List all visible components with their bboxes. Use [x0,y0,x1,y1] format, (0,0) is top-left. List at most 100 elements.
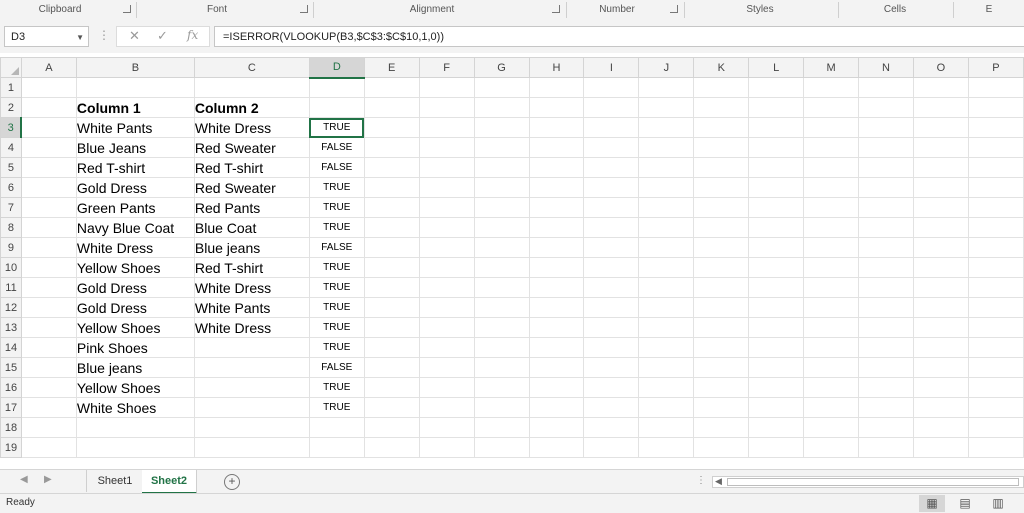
cell[interactable] [858,237,914,258]
cell[interactable] [193,357,310,378]
cell[interactable] [20,197,77,218]
cell[interactable] [858,417,914,438]
column-header-h[interactable]: H [528,57,585,78]
cell[interactable] [583,277,640,298]
cell[interactable]: White Dress [75,237,195,258]
cell[interactable] [583,97,640,118]
cell[interactable] [363,397,420,418]
cell[interactable] [912,317,969,338]
cell[interactable]: TRUE [308,377,365,398]
cell[interactable] [912,77,969,98]
cell[interactable] [748,157,805,178]
cell[interactable]: Gold Dress [75,177,195,198]
cell[interactable] [748,437,805,458]
cell[interactable] [20,337,77,358]
cell[interactable] [363,257,420,278]
cell[interactable]: TRUE [308,297,365,318]
cell[interactable] [638,357,695,378]
cell[interactable] [528,157,585,178]
cell[interactable] [803,377,860,398]
cell[interactable] [693,77,750,98]
column-header-cell[interactable]: Column 1 [75,97,195,118]
cell[interactable] [693,137,750,158]
cell[interactable] [583,217,640,238]
cell[interactable] [473,357,530,378]
cell[interactable]: Yellow Shoes [75,257,195,278]
cell[interactable] [528,117,585,138]
cell[interactable] [858,177,914,198]
cell[interactable]: Red Sweater [193,177,310,198]
cell[interactable] [858,217,914,238]
cell[interactable]: FALSE [308,137,365,158]
cell[interactable]: Green Pants [75,197,195,218]
cell[interactable] [858,437,914,458]
cell[interactable] [363,157,420,178]
cell[interactable] [967,277,1024,298]
cell[interactable]: White Dress [193,117,310,138]
cell[interactable] [748,137,805,158]
column-header-o[interactable]: O [912,57,969,78]
cell[interactable] [803,197,860,218]
cell[interactable] [638,117,695,138]
cell[interactable]: TRUE [308,177,365,198]
cell[interactable] [693,357,750,378]
cell[interactable] [363,237,420,258]
cell[interactable] [75,417,195,438]
cell[interactable] [418,197,475,218]
row-header[interactable]: 4 [0,137,22,158]
cell[interactable] [967,77,1024,98]
cell[interactable] [912,217,969,238]
cell[interactable] [748,97,805,118]
cell[interactable] [858,277,914,298]
cell[interactable] [803,257,860,278]
cell[interactable] [803,397,860,418]
cell[interactable] [528,217,585,238]
cell[interactable] [803,437,860,458]
cell[interactable] [583,77,640,98]
cell[interactable] [967,397,1024,418]
cell[interactable]: Yellow Shoes [75,377,195,398]
cell[interactable] [912,137,969,158]
cell[interactable]: Blue jeans [193,237,310,258]
cell[interactable] [748,257,805,278]
cell[interactable] [308,97,365,118]
cell[interactable] [583,377,640,398]
cell[interactable] [473,117,530,138]
cell[interactable] [193,437,310,458]
cell[interactable] [858,357,914,378]
cell[interactable] [858,137,914,158]
cell[interactable] [967,177,1024,198]
cell[interactable] [363,337,420,358]
cell[interactable] [75,77,195,98]
cell[interactable] [528,357,585,378]
cell[interactable] [193,377,310,398]
cell[interactable] [912,437,969,458]
cell[interactable] [967,157,1024,178]
scroll-tabs-right-icon[interactable]: ▶ [44,474,52,485]
formula-input[interactable]: =ISERROR(VLOOKUP(B3,$C$3:$C$10,1,0)) [214,26,1024,47]
cell[interactable] [473,77,530,98]
select-all-corner[interactable] [0,57,22,78]
cell[interactable] [638,157,695,178]
cell[interactable] [912,257,969,278]
cell[interactable] [473,177,530,198]
cell[interactable] [418,157,475,178]
cell[interactable] [473,97,530,118]
cell[interactable] [363,277,420,298]
cell[interactable]: FALSE [308,357,365,378]
cell[interactable] [528,177,585,198]
cell[interactable] [748,237,805,258]
cell[interactable] [967,237,1024,258]
cell[interactable] [20,397,77,418]
cell[interactable] [528,97,585,118]
cell[interactable] [528,77,585,98]
cell[interactable] [912,197,969,218]
cell[interactable] [20,117,77,138]
row-header[interactable]: 8 [0,217,22,238]
row-header[interactable]: 18 [0,417,22,438]
cell[interactable] [583,177,640,198]
cell[interactable] [528,297,585,318]
cell[interactable]: Gold Dress [75,297,195,318]
alignment-dialog-launcher-icon[interactable] [552,5,560,13]
cell[interactable] [363,137,420,158]
